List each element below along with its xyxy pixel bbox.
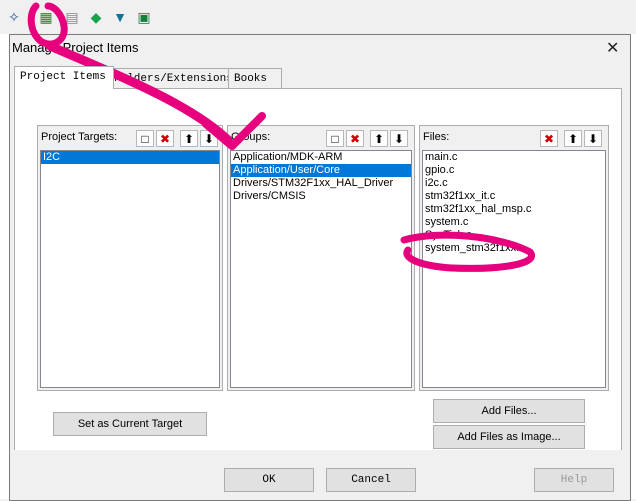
list-item[interactable]: Application/User/Core bbox=[231, 164, 411, 177]
files-list[interactable]: main.c gpio.c i2c.c stm32f1xx_it.c stm32… bbox=[422, 150, 606, 388]
stack-icon[interactable]: ▤ bbox=[64, 9, 80, 25]
project-items-icon[interactable]: ▦ bbox=[38, 9, 54, 25]
dialog-footer: OK Cancel Help bbox=[10, 450, 628, 499]
list-item[interactable]: Drivers/STM32F1xx_HAL_Driver bbox=[231, 177, 411, 190]
list-item[interactable]: I2C bbox=[41, 151, 219, 164]
cancel-button[interactable]: Cancel bbox=[326, 468, 416, 492]
diamond-icon[interactable]: ◆ bbox=[88, 9, 104, 25]
move-down-icon[interactable]: ⬇ bbox=[200, 130, 218, 147]
list-item[interactable]: i2c.c bbox=[423, 177, 605, 190]
list-item[interactable]: Drivers/CMSIS bbox=[231, 190, 411, 203]
tab-folders-extensions[interactable]: Folders/Extensions bbox=[108, 68, 236, 89]
close-icon[interactable]: ✕ bbox=[606, 38, 619, 58]
list-item[interactable]: system_stm32f1xx.c bbox=[423, 242, 605, 255]
move-up-icon[interactable]: ⬆ bbox=[564, 130, 582, 147]
ok-button[interactable]: OK bbox=[224, 468, 314, 492]
package-icon[interactable]: ▣ bbox=[136, 9, 152, 25]
dialog-title: Manage Project Items bbox=[12, 40, 139, 55]
set-current-target-button[interactable]: Set as Current Target bbox=[53, 412, 207, 436]
list-item[interactable]: gpio.c bbox=[423, 164, 605, 177]
list-item[interactable]: stm32f1xx_it.c bbox=[423, 190, 605, 203]
files-panel: Files: ✖ ⬆ ⬇ main.c gpio.c i2c.c stm32f1… bbox=[419, 125, 609, 391]
list-item[interactable]: system.c bbox=[423, 216, 605, 229]
groups-list[interactable]: Application/MDK-ARM Application/User/Cor… bbox=[230, 150, 412, 388]
move-up-icon[interactable]: ⬆ bbox=[370, 130, 388, 147]
add-files-as-image-button[interactable]: Add Files as Image... bbox=[433, 425, 585, 449]
tab-books[interactable]: Books bbox=[228, 68, 282, 89]
move-up-icon[interactable]: ⬆ bbox=[180, 130, 198, 147]
help-button[interactable]: Help bbox=[534, 468, 614, 492]
magic-wand-icon[interactable]: ✧ bbox=[6, 9, 22, 25]
delete-icon[interactable]: ✖ bbox=[156, 130, 174, 147]
project-targets-list[interactable]: I2C bbox=[40, 150, 220, 388]
list-item[interactable]: main.c bbox=[423, 151, 605, 164]
delete-icon[interactable]: ✖ bbox=[346, 130, 364, 147]
list-item[interactable]: stm32f1xx_hal_msp.c bbox=[423, 203, 605, 216]
download-icon[interactable]: ▼ bbox=[112, 9, 128, 25]
delete-icon[interactable]: ✖ bbox=[540, 130, 558, 147]
list-item[interactable]: Application/MDK-ARM bbox=[231, 151, 411, 164]
list-item[interactable]: SysTick.c bbox=[423, 229, 605, 242]
new-item-icon[interactable]: □ bbox=[326, 130, 344, 147]
add-files-button[interactable]: Add Files... bbox=[433, 399, 585, 423]
move-down-icon[interactable]: ⬇ bbox=[390, 130, 408, 147]
project-targets-panel: Project Targets: □ ✖ ⬆ ⬇ I2C bbox=[37, 125, 223, 391]
tab-project-items[interactable]: Project Items bbox=[14, 66, 114, 89]
app-toolbar: ✧ ▦ ▤ ◆ ▼ ▣ bbox=[0, 0, 636, 35]
new-item-icon[interactable]: □ bbox=[136, 130, 154, 147]
tab-panel: Project Targets: □ ✖ ⬆ ⬇ I2C Groups: □ ✖… bbox=[14, 88, 622, 452]
groups-panel: Groups: □ ✖ ⬆ ⬇ Application/MDK-ARM Appl… bbox=[227, 125, 415, 391]
move-down-icon[interactable]: ⬇ bbox=[584, 130, 602, 147]
